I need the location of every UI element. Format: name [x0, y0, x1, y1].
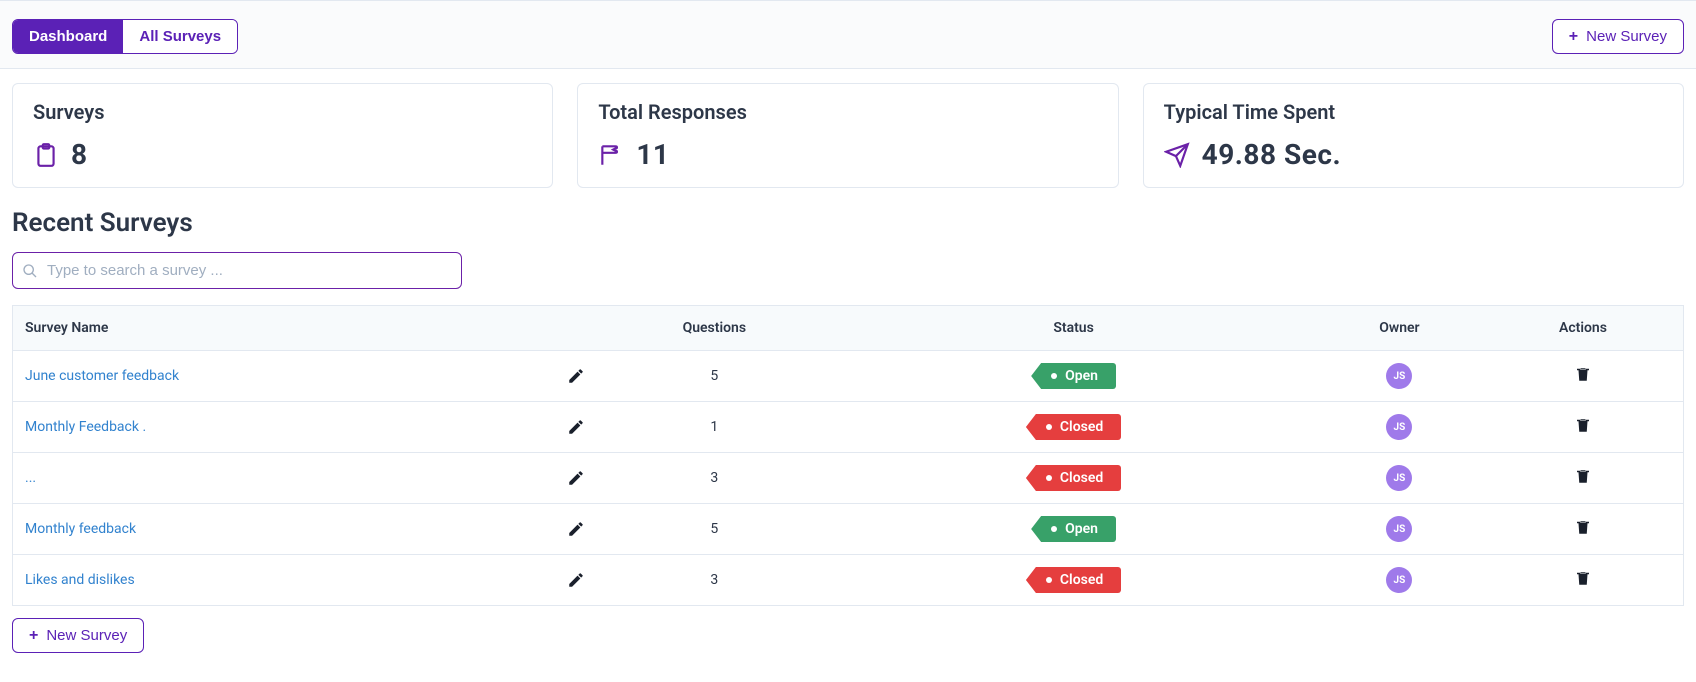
- questions-cell: 3: [597, 453, 831, 504]
- stat-card-surveys: Surveys 8: [12, 83, 553, 188]
- edit-icon[interactable]: [567, 418, 585, 436]
- status-dot-icon: [1051, 526, 1057, 532]
- new-survey-button-bottom[interactable]: + New Survey: [12, 618, 144, 653]
- status-dot-icon: [1046, 424, 1052, 430]
- owner-avatar: JS: [1386, 414, 1412, 440]
- th-actions: Actions: [1483, 306, 1684, 351]
- status-dot-icon: [1051, 373, 1057, 379]
- status-label: Closed: [1060, 470, 1103, 486]
- status-badge: Closed: [1026, 465, 1121, 491]
- table-row: Monthly Feedback . 1 Closed JS: [13, 402, 1684, 453]
- clipboard-icon: [33, 142, 59, 168]
- questions-cell: 1: [597, 402, 831, 453]
- survey-link[interactable]: ...: [25, 470, 36, 486]
- owner-avatar: JS: [1386, 567, 1412, 593]
- search-wrap: [12, 252, 462, 289]
- th-questions: Questions: [597, 306, 831, 351]
- flag-icon: [598, 142, 624, 168]
- tab-group: Dashboard All Surveys: [12, 19, 238, 54]
- new-survey-label: New Survey: [46, 627, 127, 644]
- trash-icon[interactable]: [1574, 365, 1592, 383]
- survey-link[interactable]: June customer feedback: [25, 368, 179, 384]
- trash-icon[interactable]: [1574, 416, 1592, 434]
- search-input[interactable]: [12, 252, 462, 289]
- status-label: Open: [1065, 521, 1098, 537]
- main-content: Surveys 8 Total Responses 11 Typical Tim…: [0, 69, 1696, 667]
- stats-row: Surveys 8 Total Responses 11 Typical Tim…: [12, 83, 1684, 188]
- stat-value: 8: [71, 138, 88, 171]
- send-icon: [1164, 142, 1190, 168]
- survey-link[interactable]: Monthly feedback: [25, 521, 136, 537]
- status-badge: Closed: [1026, 567, 1121, 593]
- status-badge: Closed: [1026, 414, 1121, 440]
- edit-icon[interactable]: [567, 367, 585, 385]
- search-icon: [22, 263, 38, 279]
- tab-dashboard[interactable]: Dashboard: [13, 20, 123, 53]
- stat-title: Typical Time Spent: [1164, 100, 1663, 124]
- stat-card-responses: Total Responses 11: [577, 83, 1118, 188]
- edit-icon[interactable]: [567, 469, 585, 487]
- trash-icon[interactable]: [1574, 518, 1592, 536]
- status-dot-icon: [1046, 577, 1052, 583]
- survey-link[interactable]: Likes and dislikes: [25, 572, 135, 588]
- status-dot-icon: [1046, 475, 1052, 481]
- table-row: Monthly feedback 5 Open JS: [13, 504, 1684, 555]
- questions-cell: 3: [597, 555, 831, 606]
- section-title: Recent Surveys: [12, 208, 1684, 238]
- stat-card-time: Typical Time Spent 49.88 Sec.: [1143, 83, 1684, 188]
- status-badge: Open: [1031, 363, 1116, 389]
- table-row: Likes and dislikes 3 Closed JS: [13, 555, 1684, 606]
- new-survey-label: New Survey: [1586, 28, 1667, 45]
- status-label: Closed: [1060, 572, 1103, 588]
- owner-avatar: JS: [1386, 465, 1412, 491]
- status-label: Open: [1065, 368, 1098, 384]
- surveys-table: Survey Name Questions Status Owner Actio…: [12, 305, 1684, 606]
- th-name: Survey Name: [13, 306, 598, 351]
- stat-title: Total Responses: [598, 100, 1097, 124]
- status-label: Closed: [1060, 419, 1103, 435]
- plus-icon: +: [29, 628, 38, 644]
- plus-icon: +: [1569, 29, 1578, 45]
- th-owner: Owner: [1316, 306, 1483, 351]
- stat-value: 49.88 Sec.: [1202, 138, 1341, 171]
- status-badge: Open: [1031, 516, 1116, 542]
- th-status: Status: [831, 306, 1316, 351]
- top-bar: Dashboard All Surveys + New Survey: [0, 0, 1696, 69]
- table-row: June customer feedback 5 Open JS: [13, 351, 1684, 402]
- owner-avatar: JS: [1386, 516, 1412, 542]
- trash-icon[interactable]: [1574, 467, 1592, 485]
- owner-avatar: JS: [1386, 363, 1412, 389]
- stat-value: 11: [636, 138, 669, 171]
- table-row: ... 3 Closed JS: [13, 453, 1684, 504]
- edit-icon[interactable]: [567, 571, 585, 589]
- survey-link[interactable]: Monthly Feedback .: [25, 419, 146, 435]
- new-survey-button-top[interactable]: + New Survey: [1552, 19, 1684, 54]
- questions-cell: 5: [597, 504, 831, 555]
- tab-all-surveys[interactable]: All Surveys: [123, 20, 237, 53]
- edit-icon[interactable]: [567, 520, 585, 538]
- stat-title: Surveys: [33, 100, 532, 124]
- questions-cell: 5: [597, 351, 831, 402]
- trash-icon[interactable]: [1574, 569, 1592, 587]
